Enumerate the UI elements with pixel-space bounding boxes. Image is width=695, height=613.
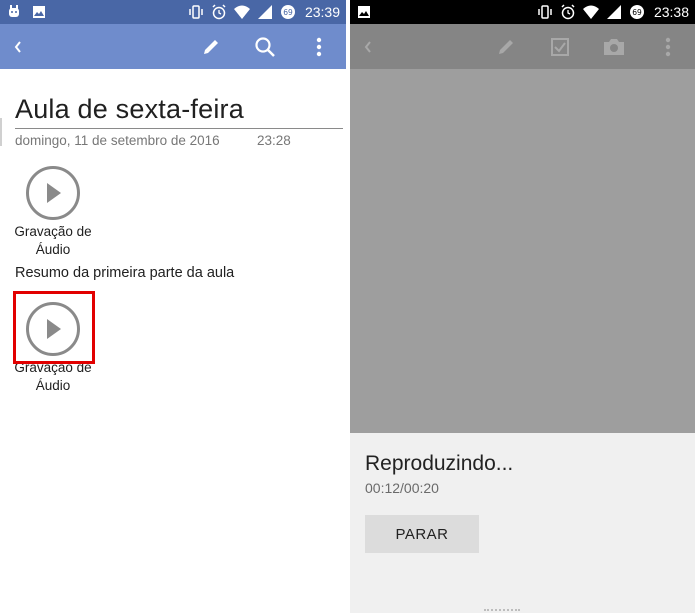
image-icon — [356, 4, 372, 20]
battery-level: 69 — [632, 8, 642, 17]
image-icon — [31, 4, 47, 20]
audio-label: Gravação de Áudio — [14, 224, 92, 257]
battery-icon: 69 — [629, 4, 645, 20]
status-bar: 69 23:38 — [350, 0, 695, 24]
app-toolbar-dimmed — [350, 24, 695, 69]
alarm-icon — [560, 4, 576, 20]
stop-button[interactable]: PARAR — [365, 515, 479, 553]
battery-level: 69 — [283, 8, 293, 17]
vibrate-icon — [188, 4, 204, 20]
note-screen: 69 23:39 Aula de sexta-feira domingo, 11… — [0, 0, 346, 613]
search-icon — [255, 36, 275, 57]
more-options-button[interactable] — [641, 24, 695, 69]
app-toolbar — [0, 24, 346, 69]
edit-button[interactable] — [184, 24, 238, 69]
signal-icon — [257, 4, 273, 20]
back-button[interactable] — [350, 24, 386, 69]
title-divider — [15, 128, 343, 129]
audio-recording-1[interactable]: Gravação de Áudio — [11, 166, 95, 259]
back-icon — [14, 40, 21, 53]
back-icon — [364, 40, 371, 53]
edit-button[interactable] — [479, 24, 533, 69]
camera-button[interactable] — [587, 24, 641, 69]
dim-overlay[interactable] — [350, 69, 695, 433]
android-robot-icon — [6, 4, 22, 20]
wifi-icon — [582, 4, 599, 20]
checklist-button[interactable] — [533, 24, 587, 69]
pencil-icon — [499, 39, 513, 54]
search-button[interactable] — [238, 24, 292, 69]
signal-icon — [606, 4, 622, 20]
note-date: domingo, 11 de setembro de 2016 — [15, 133, 220, 148]
note-title[interactable]: Aula de sexta-feira — [15, 94, 244, 125]
wifi-icon — [233, 4, 250, 20]
playback-status: Reproduzindo... — [365, 452, 514, 475]
camera-icon — [604, 38, 624, 55]
status-time: 23:38 — [653, 4, 689, 20]
status-time: 23:39 — [304, 4, 340, 20]
pencil-icon — [204, 39, 218, 54]
play-icon — [47, 183, 61, 203]
back-button[interactable] — [0, 24, 36, 69]
vibrate-icon — [537, 4, 553, 20]
alarm-icon — [211, 4, 227, 20]
more-options-button[interactable] — [292, 24, 346, 69]
playback-sheet: Reproduzindo... 00:12/00:20 PARAR — [350, 433, 695, 613]
audio-label: Gravação de Áudio — [14, 360, 92, 393]
bottom-handle — [484, 609, 520, 611]
checkbox-icon — [551, 37, 569, 56]
more-vert-icon — [316, 37, 322, 56]
status-bar: 69 23:39 — [0, 0, 346, 24]
playback-progress: 00:12/00:20 — [365, 480, 439, 496]
edge-marker — [0, 118, 2, 146]
note-time: 23:28 — [257, 133, 291, 148]
battery-icon: 69 — [280, 4, 296, 20]
note-body-text[interactable]: Resumo da primeira parte da aula — [15, 265, 234, 281]
highlight-box — [13, 291, 95, 364]
play-button[interactable] — [26, 166, 80, 220]
playback-screen: 69 23:38 Reproduzindo... 00:12/00:20 PAR… — [350, 0, 695, 613]
more-vert-icon — [665, 37, 671, 56]
